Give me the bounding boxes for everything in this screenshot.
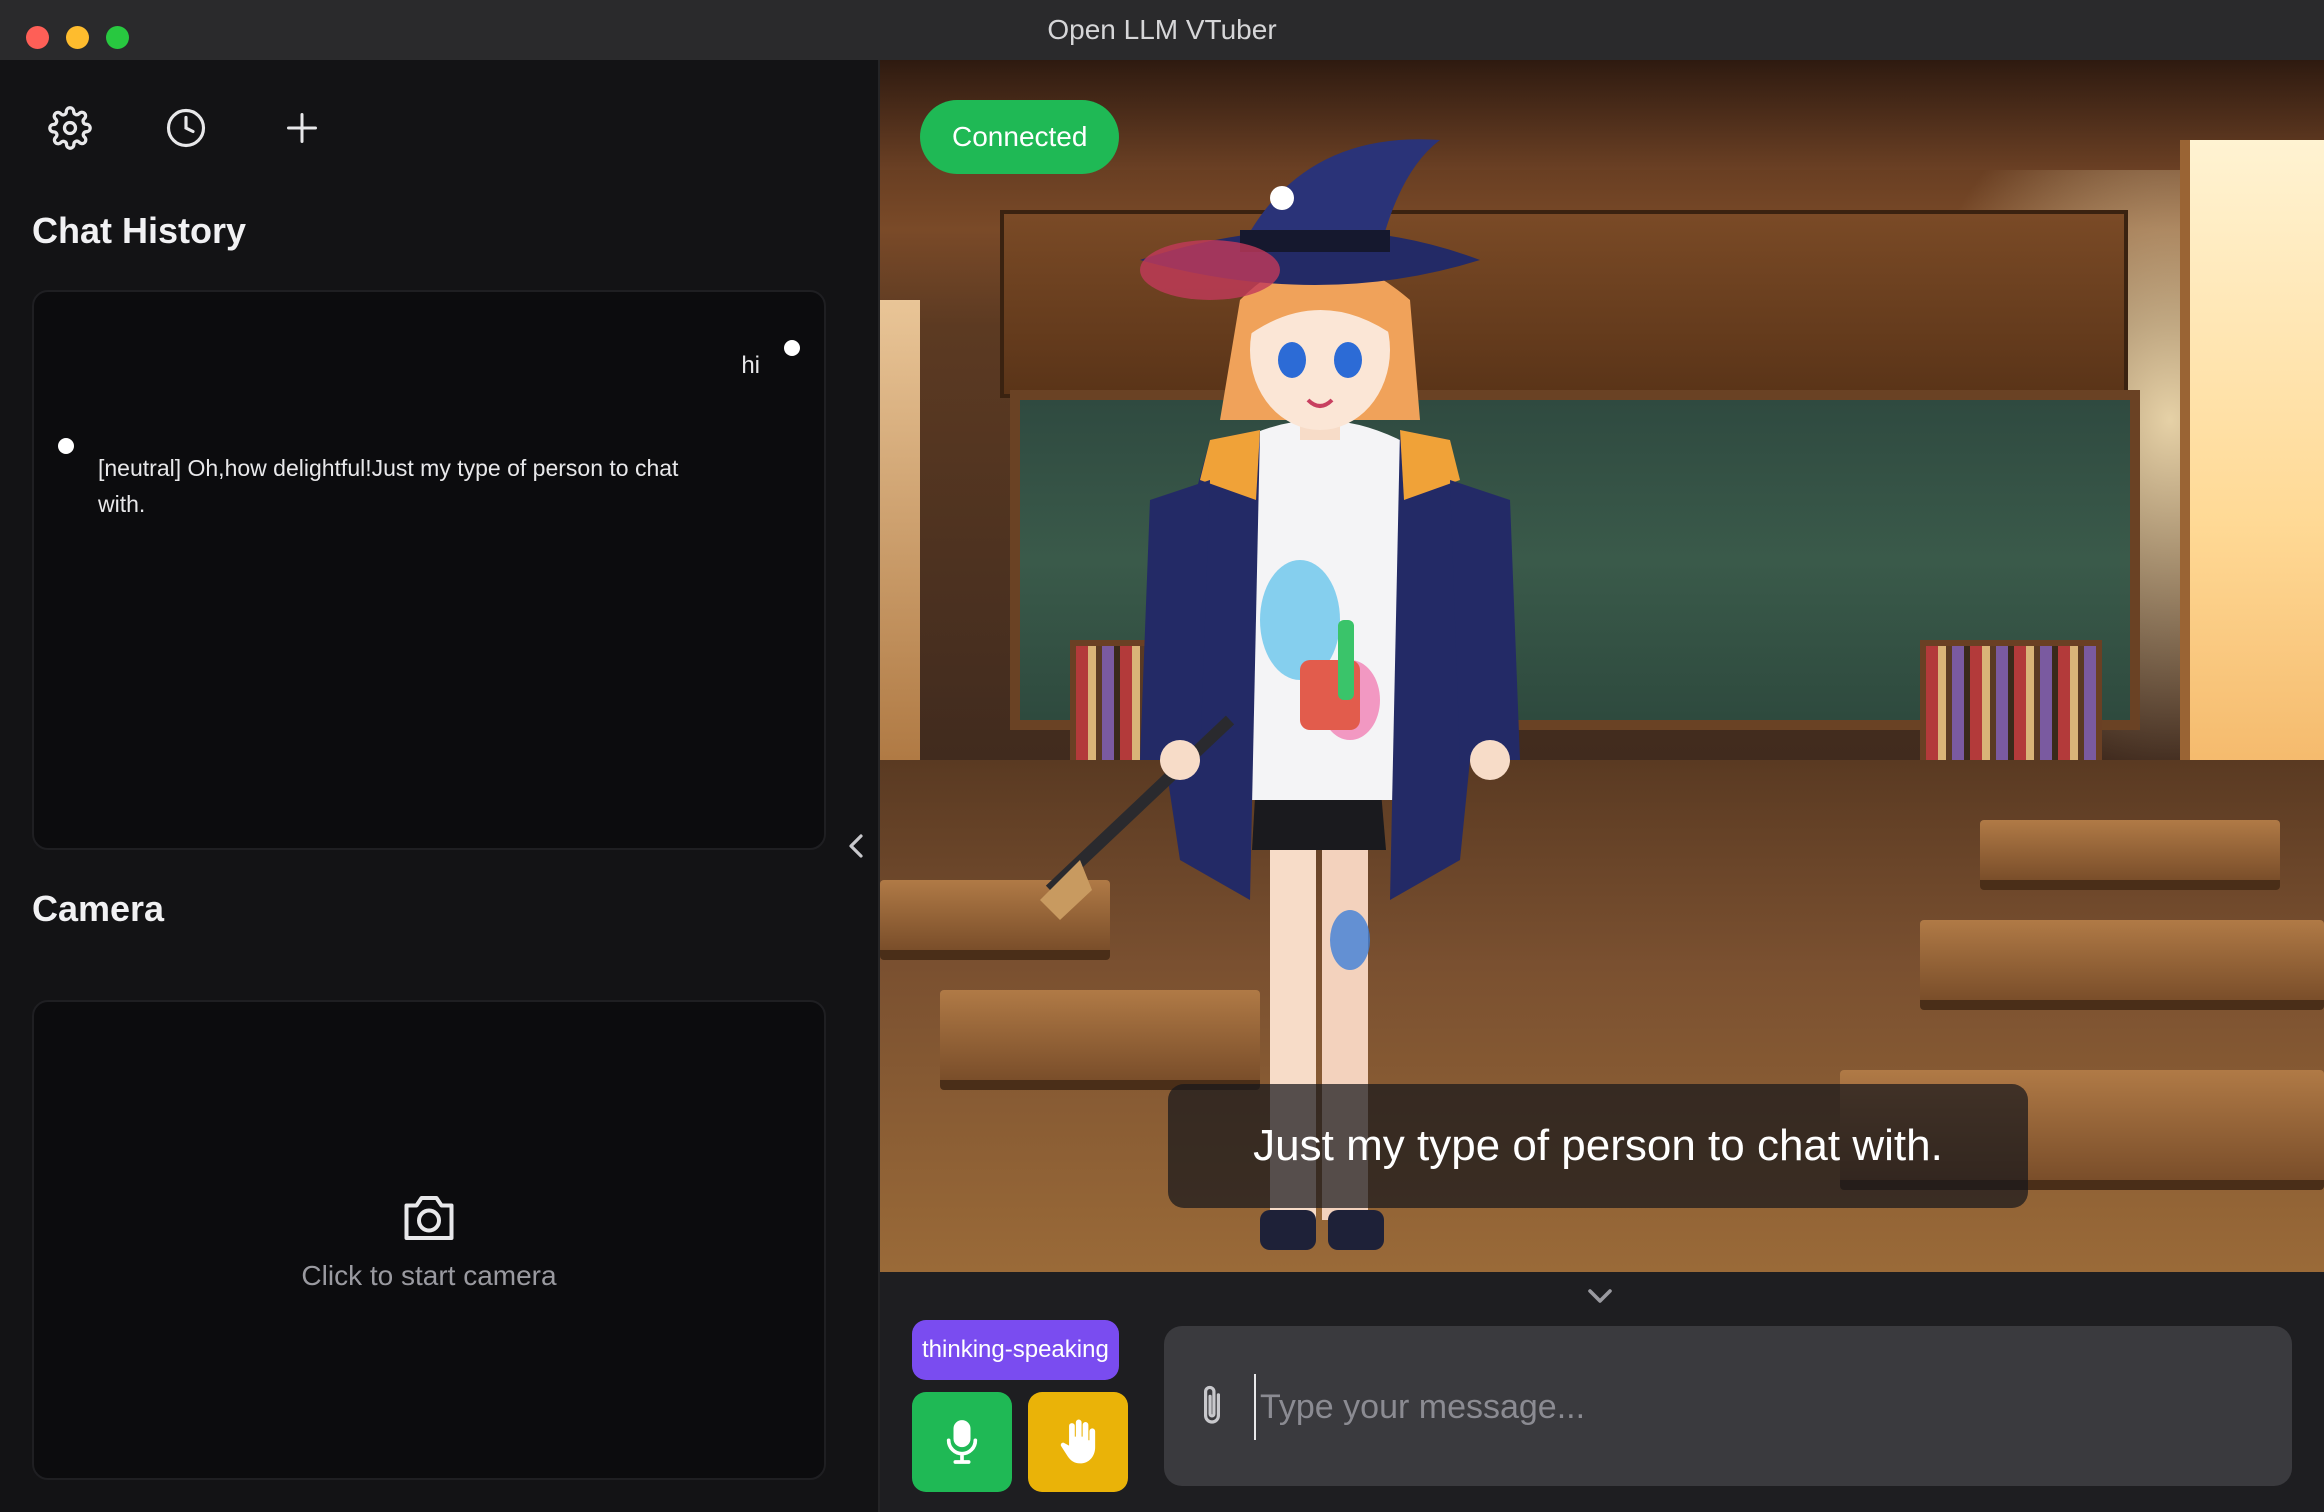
camera-icon: [404, 1196, 454, 1240]
start-camera-label: Click to start camera: [301, 1260, 557, 1291]
plus-icon: [287, 113, 317, 143]
message-input[interactable]: [1254, 1374, 2262, 1440]
camera-title: Camera: [32, 888, 165, 929]
microphone-toggle-button[interactable]: [912, 1392, 1012, 1492]
chat-history-panel: hi [neutral] Oh,how delightful!Just my t…: [32, 290, 826, 850]
connection-status-badge[interactable]: Connected: [920, 100, 1120, 174]
camera-panel[interactable]: Click to start camera: [32, 1000, 826, 1480]
app-window: Open LLM VTuber Chat History hi [neutral…: [0, 0, 2324, 1512]
input-controls: thinking-speaking: [880, 1272, 2324, 1512]
gear-icon: [48, 106, 92, 150]
settings-button[interactable]: [36, 94, 104, 162]
history-button[interactable]: [152, 94, 220, 162]
ai-avatar-dot: [58, 438, 74, 454]
clock-icon: [166, 108, 206, 148]
ai-message: [neutral] Oh,how delightful!Just my type…: [98, 455, 679, 517]
collapse-sidebar-button[interactable]: [842, 826, 872, 866]
message-input-box: [1164, 1326, 2292, 1486]
chevron-left-icon: [849, 834, 863, 858]
live2d-stage[interactable]: Connected Just my type of person to chat…: [880, 60, 2324, 1272]
subtitle-caption: Just my type of person to chat with.: [1168, 1084, 2028, 1208]
chevron-down-icon[interactable]: [1580, 1282, 1620, 1312]
interrupt-button[interactable]: [1028, 1392, 1128, 1492]
title-bar: Open LLM VTuber: [0, 0, 2324, 61]
paperclip-icon[interactable]: [1192, 1382, 1232, 1430]
ai-state-badge: thinking-speaking: [912, 1320, 1119, 1380]
chat-history-title: Chat History: [32, 210, 247, 251]
window-title: Open LLM VTuber: [1047, 14, 1277, 45]
hand-icon: [1060, 1419, 1096, 1464]
new-chat-button[interactable]: [268, 94, 336, 162]
microphone-icon: [946, 1420, 978, 1464]
user-avatar-dot: [784, 340, 800, 356]
sidebar: Chat History hi [neutral] Oh,how delight…: [0, 60, 880, 1512]
user-message: hi: [741, 352, 760, 379]
